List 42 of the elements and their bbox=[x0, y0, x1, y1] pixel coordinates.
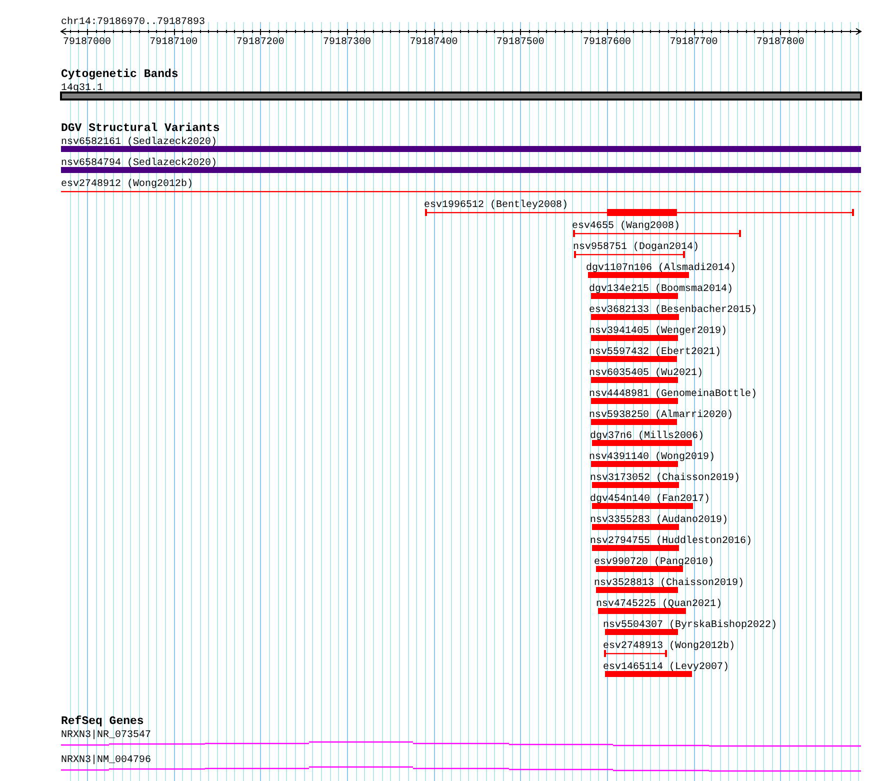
feature-label: esv2748913 (Wong2012b) bbox=[603, 641, 736, 652]
ruler-tick-label: 79187800 bbox=[756, 37, 804, 48]
feature-label: esv1996512 (Bentley2008) bbox=[424, 200, 568, 211]
feature-label: NRXN3|NR_073547 bbox=[61, 730, 152, 741]
ruler-tick-label: 79187600 bbox=[583, 37, 632, 48]
ruler-tick-label: 79187200 bbox=[236, 37, 284, 48]
feature-label: nsv6582161 (Sedlazeck2020) bbox=[61, 137, 218, 148]
feature-label: dgv1107n106 (Alsmadi2014) bbox=[586, 263, 736, 274]
track-title: RefSeq Genes bbox=[61, 715, 144, 728]
feature-label: nsv4391140 (Wong2019) bbox=[589, 452, 716, 463]
feature-label: esv990720 (Pang2010) bbox=[594, 557, 714, 568]
ruler-tick-label: 79187000 bbox=[63, 37, 111, 48]
feature-label: nsv5504307 (ByrskaBishop2022) bbox=[603, 620, 778, 631]
feature-label: nsv3528813 (Chaisson2019) bbox=[594, 578, 744, 589]
feature-label: esv4655 (Wang2008) bbox=[572, 221, 680, 232]
ruler-title: chr14:79186970..79187893 bbox=[61, 17, 206, 28]
feature-label: dgv134e215 (Boomsma2014) bbox=[589, 284, 734, 295]
feature-label: nsv5938250 (Almarri2020) bbox=[589, 410, 734, 421]
ruler-tick-label: 79187700 bbox=[670, 37, 718, 48]
feature-label: NRXN3|NM_004796 bbox=[61, 755, 152, 766]
feature-label: nsv3941405 (Wenger2019) bbox=[589, 326, 728, 337]
feature-label: nsv3173052 (Chaisson2019) bbox=[590, 473, 740, 484]
feature-label: nsv6035405 (Wu2021) bbox=[589, 368, 704, 379]
feature-label: esv3682133 (Besenbacher2015) bbox=[589, 305, 758, 316]
ruler-tick-label: 79187100 bbox=[150, 37, 198, 48]
feature-label: dgv454n140 (Fan2017) bbox=[590, 494, 710, 505]
ruler-tick-label: 79187400 bbox=[410, 37, 458, 48]
feature-label: 14q31.1 bbox=[61, 83, 104, 94]
feature-label: nsv4745225 (Quan2021) bbox=[596, 599, 722, 610]
feature-label: nsv4448981 (GenomeinaBottle) bbox=[589, 389, 758, 400]
feature-label: nsv6584794 (Sedlazeck2020) bbox=[61, 158, 218, 169]
feature-label: nsv5597432 (Ebert2021) bbox=[589, 347, 722, 358]
track-title: Cytogenetic Bands bbox=[61, 68, 178, 81]
ruler-tick-label: 79187300 bbox=[323, 37, 372, 48]
track-title: DGV Structural Variants bbox=[61, 122, 220, 135]
feature-label: nsv3355283 (Audano2019) bbox=[590, 515, 728, 526]
feature-label: esv1465114 (Levy2007) bbox=[603, 662, 730, 673]
ruler-tick-label: 79187500 bbox=[496, 37, 544, 48]
feature-label: nsv2794755 (Huddleston2016) bbox=[590, 536, 752, 547]
feature-label: esv2748912 (Wong2012b) bbox=[61, 179, 194, 190]
feature-label: nsv958751 (Dogan2014) bbox=[573, 242, 700, 253]
feature-label: dgv37n6 (Mills2006) bbox=[590, 431, 704, 442]
